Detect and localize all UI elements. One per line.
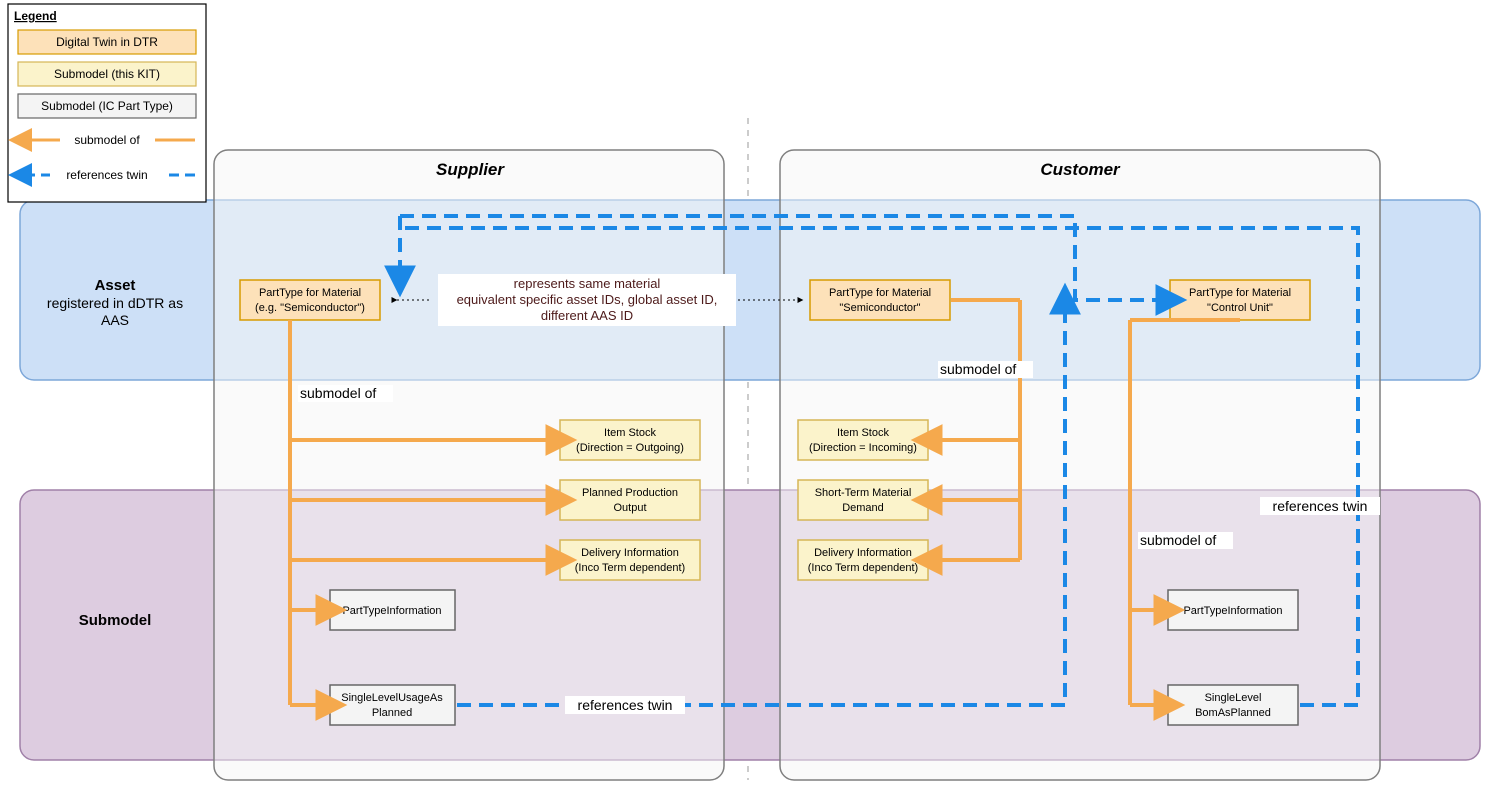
asset-sub1: registered in dDTR as — [47, 295, 183, 311]
node-supplier-parttype: PartType for Material (e.g. "Semiconduct… — [240, 280, 380, 320]
svg-text:(Inco Term dependent): (Inco Term dependent) — [808, 562, 918, 574]
supplier-title: Supplier — [436, 160, 505, 179]
legend-title: Legend — [14, 9, 57, 23]
legend-references-twin-label: references twin — [66, 168, 147, 182]
node-customer-stmd: Short-Term Material Demand — [798, 480, 928, 520]
svg-text:PartTypeInformation: PartTypeInformation — [1183, 605, 1282, 617]
label-customer-submodel-of-right: submodel of — [1140, 532, 1216, 548]
node-supplier-item-stock: Item Stock (Direction = Outgoing) — [560, 420, 700, 460]
svg-text:PartType for Material: PartType for Material — [259, 287, 361, 299]
svg-text:Output: Output — [613, 502, 646, 514]
svg-text:Demand: Demand — [842, 502, 884, 514]
svg-text:PartType for Material: PartType for Material — [829, 287, 931, 299]
node-customer-control-unit: PartType for Material "Control Unit" — [1170, 280, 1310, 320]
legend: Legend Digital Twin in DTR Submodel (thi… — [8, 4, 206, 202]
svg-text:(Inco Term dependent): (Inco Term dependent) — [575, 562, 685, 574]
svg-text:Short-Term Material: Short-Term Material — [815, 487, 912, 499]
svg-text:BomAsPlanned: BomAsPlanned — [1195, 707, 1271, 719]
same-material-l1: represents same material — [514, 276, 661, 291]
svg-text:PartType for Material: PartType for Material — [1189, 287, 1291, 299]
legend-kit-label: Submodel (this KIT) — [54, 67, 160, 81]
svg-text:"Semiconductor": "Semiconductor" — [839, 302, 920, 314]
asset-sub2: AAS — [101, 312, 129, 328]
node-customer-semiconductor: PartType for Material "Semiconductor" — [810, 280, 950, 320]
same-material-l3: different AAS ID — [541, 308, 633, 323]
svg-text:Delivery Information: Delivery Information — [581, 547, 679, 559]
node-supplier-delivery: Delivery Information (Inco Term dependen… — [560, 540, 700, 580]
label-references-twin-slu: references twin — [578, 697, 673, 713]
node-supplier-ppo: Planned Production Output — [560, 480, 700, 520]
svg-text:Item Stock: Item Stock — [604, 427, 656, 439]
svg-text:"Control Unit": "Control Unit" — [1207, 302, 1273, 314]
svg-text:(Direction = Outgoing): (Direction = Outgoing) — [576, 442, 684, 454]
svg-text:Planned: Planned — [372, 707, 412, 719]
label-customer-submodel-of-left: submodel of — [940, 361, 1016, 377]
svg-text:SingleLevelUsageAs: SingleLevelUsageAs — [341, 692, 443, 704]
legend-dtr-label: Digital Twin in DTR — [56, 35, 158, 49]
legend-ic-label: Submodel (IC Part Type) — [41, 99, 173, 113]
svg-text:Planned Production: Planned Production — [582, 487, 678, 499]
svg-text:(Direction = Incoming): (Direction = Incoming) — [809, 442, 917, 454]
svg-text:(e.g. "Semiconductor"): (e.g. "Semiconductor") — [255, 302, 365, 314]
node-supplier-pti: PartTypeInformation — [330, 590, 455, 630]
node-supplier-slu: SingleLevelUsageAs Planned — [330, 685, 455, 725]
legend-submodel-of-label: submodel of — [74, 133, 140, 147]
svg-text:SingleLevel: SingleLevel — [1205, 692, 1262, 704]
node-customer-item-stock: Item Stock (Direction = Incoming) — [798, 420, 928, 460]
svg-text:Delivery Information: Delivery Information — [814, 547, 912, 559]
label-references-twin-slb: references twin — [1273, 498, 1368, 514]
asset-title: Asset — [95, 277, 136, 294]
svg-text:PartTypeInformation: PartTypeInformation — [342, 605, 441, 617]
node-customer-delivery: Delivery Information (Inco Term dependen… — [798, 540, 928, 580]
same-material-l2: equivalent specific asset IDs, global as… — [457, 292, 718, 307]
label-supplier-submodel-of: submodel of — [300, 385, 376, 401]
submodel-title: Submodel — [79, 612, 152, 629]
customer-title: Customer — [1040, 160, 1121, 179]
node-customer-pti: PartTypeInformation — [1168, 590, 1298, 630]
node-customer-slb: SingleLevel BomAsPlanned — [1168, 685, 1298, 725]
svg-text:Item Stock: Item Stock — [837, 427, 889, 439]
